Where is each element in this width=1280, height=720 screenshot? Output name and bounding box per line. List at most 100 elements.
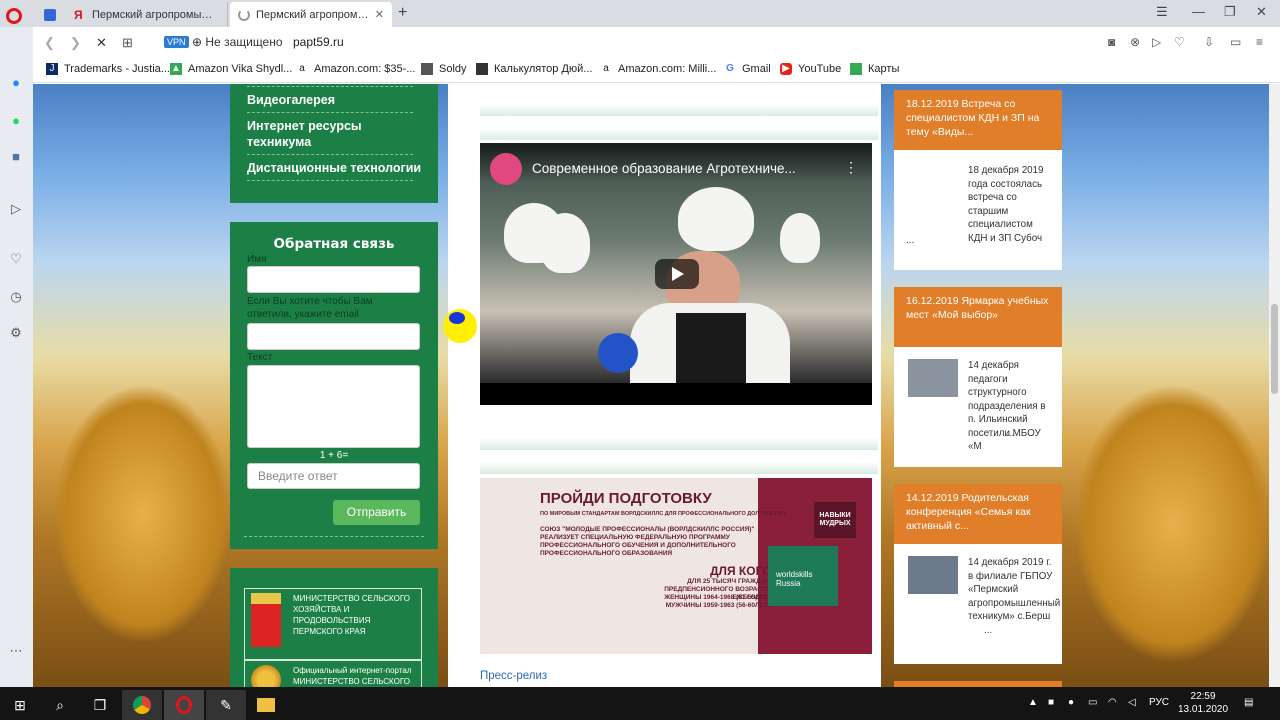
- news-thumbnail[interactable]: [908, 359, 958, 397]
- ministry-emblem-icon: [251, 665, 281, 687]
- banner-who-4: МУЖЧИНЫ 1959-1963 (56-60ЛЕТ): [665, 602, 770, 609]
- news-text: 18 декабря 2019 года состоялась встреча …: [968, 165, 1044, 244]
- back-icon[interactable]: ❮: [44, 35, 55, 51]
- send-icon[interactable]: ▷: [1152, 35, 1161, 49]
- news-card[interactable]: 14.12.2019 Родительская конференция «Сем…: [894, 484, 1062, 664]
- task-view-icon[interactable]: ❐: [80, 690, 120, 720]
- opera-logo-icon[interactable]: [6, 8, 22, 24]
- restore-icon[interactable]: ❐: [1224, 4, 1236, 20]
- tray-expand-icon[interactable]: ▲: [1028, 697, 1038, 708]
- news-card[interactable]: 16.12.2019 Ярмарка учебных мест «Мой выб…: [894, 287, 1062, 467]
- news-thumbnail[interactable]: [908, 556, 958, 594]
- address-bar: ❮ ❯ ✕ ⊞ VPN ⊕ Не защищено papt59.ru ◙ ⊗ …: [0, 27, 1280, 59]
- news-more[interactable]: ...: [906, 234, 914, 248]
- new-tab-icon[interactable]: +: [398, 4, 407, 22]
- news-title[interactable]: 18.12.2019 Встреча со специалистом КДН и…: [894, 90, 1062, 150]
- volume-icon[interactable]: ◁: [1128, 697, 1136, 708]
- tray-app-icon[interactable]: ●: [1068, 697, 1074, 708]
- minimize-icon[interactable]: —: [1192, 4, 1205, 19]
- search-icon[interactable]: ⌕: [40, 690, 80, 720]
- wifi-icon[interactable]: ◠: [1108, 697, 1117, 708]
- bookmark-amazon-1[interactable]: a Amazon.com: $35-...: [296, 63, 415, 75]
- bookmark-drive[interactable]: ▲ Amazon Vika Shydl...: [170, 63, 292, 75]
- calculator-icon: [476, 63, 488, 75]
- battery-icon[interactable]: ▭: [1230, 35, 1241, 49]
- camera-icon[interactable]: ◙: [1108, 35, 1115, 49]
- tab-mail[interactable]: [36, 2, 64, 27]
- link-ministry-perm[interactable]: МИНИСТЕРСТВО СЕЛЬСКОГО ХОЗЯЙСТВА И ПРОДО…: [244, 588, 422, 660]
- play-button-icon[interactable]: [655, 259, 699, 289]
- menu-divider: [247, 154, 413, 155]
- history-icon[interactable]: ◷: [8, 289, 24, 305]
- chef-apron: [676, 313, 746, 383]
- menu-icon[interactable]: ≡: [1256, 35, 1263, 49]
- forward-icon[interactable]: ❯: [70, 35, 81, 51]
- link-ministry-russia[interactable]: Официальный интернет-портал МИНИСТЕРСТВО…: [244, 660, 422, 687]
- press-release-link[interactable]: Пресс-релиз: [480, 670, 547, 682]
- vk-icon[interactable]: ■: [8, 149, 24, 165]
- channel-avatar-icon[interactable]: [490, 153, 522, 185]
- news-title[interactable]: 16.12.2019 Ярмарка учебных мест «Мой выб…: [894, 287, 1062, 347]
- bookmark-soldy[interactable]: Soldy: [421, 63, 467, 75]
- chrome-icon[interactable]: [122, 690, 162, 720]
- email-field[interactable]: [247, 323, 420, 350]
- grid-icon[interactable]: ⊞: [122, 35, 133, 51]
- video-more-icon[interactable]: ⋮: [844, 159, 858, 176]
- worldskills-banner[interactable]: ПРОЙДИ ПОДГОТОВКУ ПО МИРОВЫМ СТАНДАРТАМ …: [480, 478, 872, 654]
- menu-item-internet-resources[interactable]: Интернет ресурсы техникума: [247, 118, 417, 150]
- bookmarks-bar: J Trademarks - Justia... ▲ Amazon Vika Shy…: [0, 59, 1280, 83]
- windows-start-icon[interactable]: ⊞: [0, 690, 40, 720]
- news-more[interactable]: ...: [984, 624, 992, 638]
- notification-icon[interactable]: ▤: [1244, 697, 1253, 708]
- microphone: [598, 333, 638, 373]
- amazon-icon: a: [603, 63, 609, 74]
- messenger-icon[interactable]: ●: [8, 75, 24, 91]
- bookmark-gmail[interactable]: G Gmail: [724, 63, 771, 75]
- submit-button[interactable]: Отправить: [333, 500, 420, 525]
- stop-loading-icon[interactable]: ✕: [96, 35, 107, 51]
- news-card[interactable]: 18.12.2019 Встреча со специалистом КДН и…: [894, 90, 1062, 270]
- file-explorer-icon[interactable]: [246, 690, 286, 720]
- tab-papt-1[interactable]: Я Пермский агропромыш...: [66, 2, 228, 27]
- google-icon: G: [726, 63, 734, 74]
- menu-item-distance-tech[interactable]: Дистанционные технологии: [247, 160, 421, 176]
- tray-app-icon[interactable]: ■: [1048, 697, 1054, 708]
- close-tab-icon[interactable]: ✕: [375, 8, 384, 21]
- battery-icon[interactable]: ▭: [1088, 697, 1097, 708]
- news-more[interactable]: ...: [1006, 427, 1014, 441]
- windows-taskbar: ⊞ ⌕ ❐ ✎ ▲ ■ ● ▭ ◠ ◁ РУС 22:59 13.01.2020…: [0, 687, 1280, 720]
- bookmark-amazon-2[interactable]: a Amazon.com: Milli...: [600, 63, 716, 75]
- menu-item-videogallery[interactable]: Видеогалерея: [247, 92, 335, 108]
- page-scrollbar[interactable]: [1269, 84, 1280, 687]
- youtube-video-player[interactable]: Современное образование Агротехниче... ⋮: [480, 143, 872, 405]
- heart-icon[interactable]: ♡: [1174, 35, 1185, 49]
- video-title[interactable]: Современное образование Агротехниче...: [532, 161, 842, 176]
- tab-menu-icon[interactable]: ☰: [1156, 4, 1168, 20]
- settings-icon[interactable]: ⚙: [8, 325, 24, 341]
- security-status[interactable]: ⊕ Не защищено: [192, 35, 283, 49]
- news-title[interactable]: 14.12.2019 Родительская конференция «Сем…: [894, 484, 1062, 544]
- language-indicator[interactable]: РУС: [1149, 697, 1169, 708]
- app-icon[interactable]: ✎: [206, 690, 246, 720]
- bookmark-maps[interactable]: Карты: [850, 63, 899, 75]
- whatsapp-icon[interactable]: ●: [8, 113, 24, 129]
- send-icon[interactable]: ▷: [8, 201, 24, 217]
- bookmark-justia[interactable]: J Trademarks - Justia...: [46, 63, 170, 75]
- name-field[interactable]: [247, 266, 420, 293]
- shield-icon[interactable]: ⊗: [1130, 35, 1140, 49]
- divider-band: [480, 438, 878, 450]
- heart-icon[interactable]: ♡: [8, 251, 24, 267]
- more-icon[interactable]: ⋯: [8, 643, 24, 659]
- scrollbar-thumb[interactable]: [1271, 304, 1278, 394]
- bookmark-youtube[interactable]: ▶ YouTube: [780, 63, 841, 75]
- bookmark-calculator[interactable]: Калькулятор Дюй...: [476, 63, 592, 75]
- message-textarea[interactable]: [247, 365, 420, 448]
- url-field[interactable]: papt59.ru: [293, 35, 344, 49]
- tab-papt-2-active[interactable]: Пермский агропромыш... ✕: [230, 2, 392, 27]
- close-window-icon[interactable]: ✕: [1256, 4, 1267, 20]
- captcha-answer-input[interactable]: Введите ответ: [247, 463, 420, 489]
- download-icon[interactable]: ⇩: [1204, 35, 1214, 49]
- clock[interactable]: 22:59 13.01.2020: [1178, 690, 1228, 716]
- vpn-badge[interactable]: VPN: [164, 36, 189, 48]
- opera-icon[interactable]: [164, 690, 204, 720]
